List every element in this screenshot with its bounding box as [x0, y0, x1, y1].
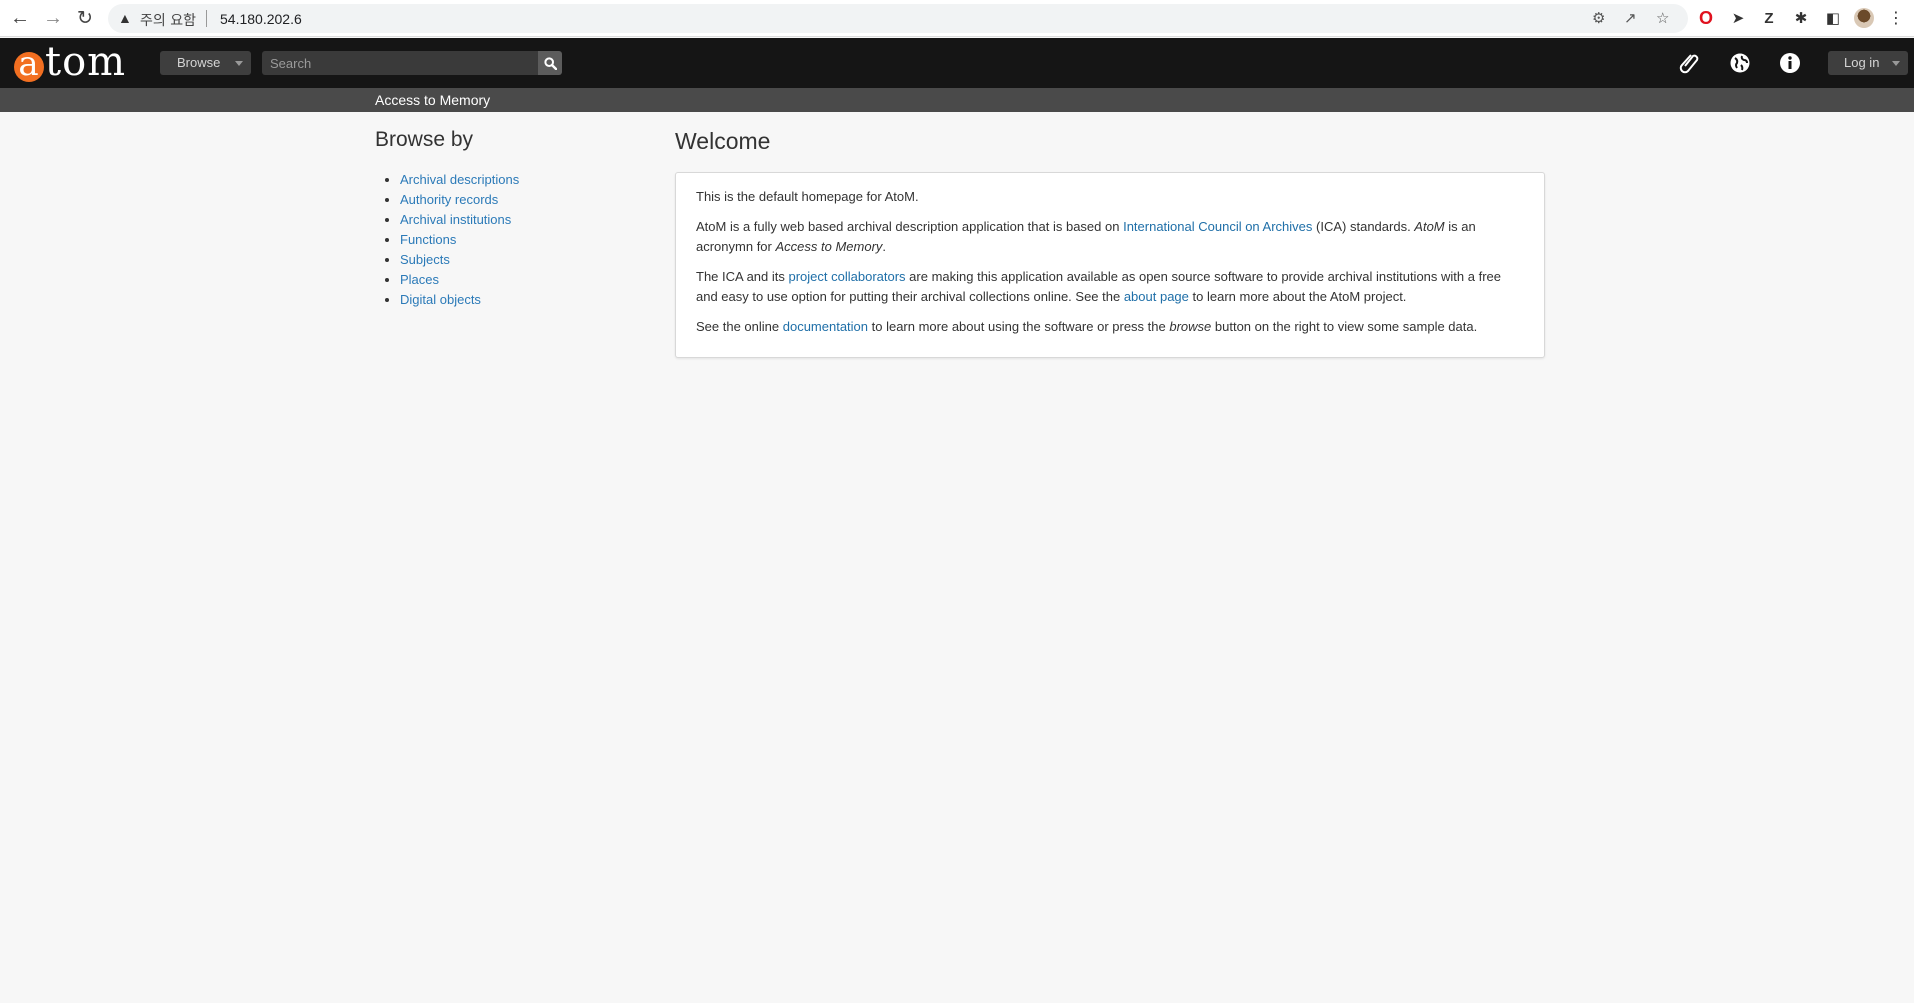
search-icon [543, 56, 557, 70]
login-button[interactable]: Log in [1828, 51, 1908, 75]
extensions-puzzle-icon[interactable]: ✱ [1791, 8, 1811, 28]
browse-by-sidebar: Browse by Archival descriptions Authorit… [375, 128, 645, 310]
emphasis-text: AtoM [1414, 219, 1445, 234]
browse-link-authority-records[interactable]: Authority records [400, 192, 498, 207]
atom-logo[interactable]: a tom [14, 39, 126, 85]
opera-extension-icon[interactable]: O [1696, 8, 1716, 28]
list-item: Places [400, 270, 645, 290]
chevron-down-icon [1892, 61, 1900, 66]
browse-by-list: Archival descriptions Authority records … [375, 170, 645, 310]
list-item: Authority records [400, 190, 645, 210]
description-paragraph: AtoM is a fully web based archival descr… [696, 217, 1524, 257]
list-item: Functions [400, 230, 645, 250]
clipboard-icon[interactable] [1677, 50, 1703, 76]
text-span: AtoM is a fully web based archival descr… [696, 219, 1124, 234]
browse-link-digital-objects[interactable]: Digital objects [400, 292, 481, 307]
text-span: . [882, 239, 887, 254]
search-box [262, 51, 562, 75]
emphasis-text: browse [1169, 319, 1212, 334]
warning-icon: ▲ [118, 10, 132, 26]
text-span: to learn more about the AtoM project. [1188, 289, 1407, 304]
text-span: (ICA) standards. [1312, 219, 1415, 234]
browser-toolbar: ← → ↻ ▲ 주의 요함 54.180.202.6 ⚙ ↗ ☆ O ➤ Z ✱… [0, 0, 1914, 37]
welcome-panel: This is the default homepage for AtoM. A… [675, 172, 1545, 358]
list-item: Archival institutions [400, 210, 645, 230]
emphasis-text: Access to Memory [775, 239, 883, 254]
info-icon[interactable] [1777, 50, 1803, 76]
documentation-link[interactable]: documentation [783, 319, 868, 334]
text-span: See the online [696, 319, 783, 334]
browse-link-subjects[interactable]: Subjects [400, 252, 450, 267]
security-label: 주의 요함 [140, 13, 196, 29]
about-page-link[interactable]: about page [1124, 289, 1189, 304]
browse-link-functions[interactable]: Functions [400, 232, 456, 247]
site-subheader: Access to Memory [0, 88, 1914, 112]
list-item: Digital objects [400, 290, 645, 310]
translate-icon[interactable]: ⚙ [1592, 9, 1605, 27]
search-input[interactable] [262, 51, 538, 75]
browse-label: Browse [177, 55, 221, 70]
chevron-down-icon [235, 61, 243, 66]
zotero-extension-icon[interactable]: Z [1759, 8, 1779, 28]
browse-menu-button[interactable]: Browse [160, 51, 251, 75]
browse-link-archival-institutions[interactable]: Archival institutions [400, 212, 511, 227]
documentation-paragraph: See the online documentation to learn mo… [696, 317, 1524, 337]
bookmark-star-icon[interactable]: ☆ [1656, 9, 1669, 27]
address-bar[interactable]: ▲ 주의 요함 54.180.202.6 ⚙ ↗ ☆ [108, 4, 1688, 33]
login-label: Log in [1844, 55, 1880, 70]
profile-avatar[interactable] [1854, 8, 1874, 28]
browser-menu-icon[interactable]: ⋮ [1886, 8, 1906, 28]
project-collaborators-link[interactable]: project collaborators [789, 269, 906, 284]
globe-icon[interactable] [1727, 50, 1753, 76]
site-name[interactable]: Access to Memory [375, 92, 490, 108]
search-button[interactable] [538, 51, 562, 75]
browse-by-heading: Browse by [375, 128, 474, 151]
text-span: to learn more about using the software o… [868, 319, 1170, 334]
list-item: Archival descriptions [400, 170, 645, 190]
side-panel-icon[interactable]: ◧ [1823, 8, 1843, 28]
reload-icon[interactable]: ↻ [74, 7, 96, 29]
ica-link[interactable]: International Council on Archives [1123, 219, 1312, 234]
browse-link-places[interactable]: Places [400, 272, 439, 287]
share-icon[interactable]: ↗ [1624, 9, 1637, 27]
intro-paragraph: This is the default homepage for AtoM. [696, 189, 919, 204]
main-content: Welcome This is the default homepage for… [675, 128, 1545, 358]
url-text: 54.180.202.6 [220, 11, 302, 27]
browse-link-archival-descriptions[interactable]: Archival descriptions [400, 172, 519, 187]
site-header: atom Browse Log in [0, 38, 1914, 88]
forward-icon[interactable]: → [42, 7, 64, 29]
page-title: Welcome [675, 128, 771, 154]
list-item: Subjects [400, 250, 645, 270]
back-icon[interactable]: ← [9, 7, 31, 29]
collaborators-paragraph: The ICA and its project collaborators ar… [696, 267, 1524, 307]
text-span: The ICA and its [696, 269, 789, 284]
send-extension-icon[interactable]: ➤ [1728, 8, 1748, 28]
logo-text: tom [45, 39, 127, 85]
text-span: button on the right to view some sample … [1211, 319, 1478, 334]
logo-a-mark: a [14, 47, 44, 82]
address-separator [206, 10, 207, 27]
